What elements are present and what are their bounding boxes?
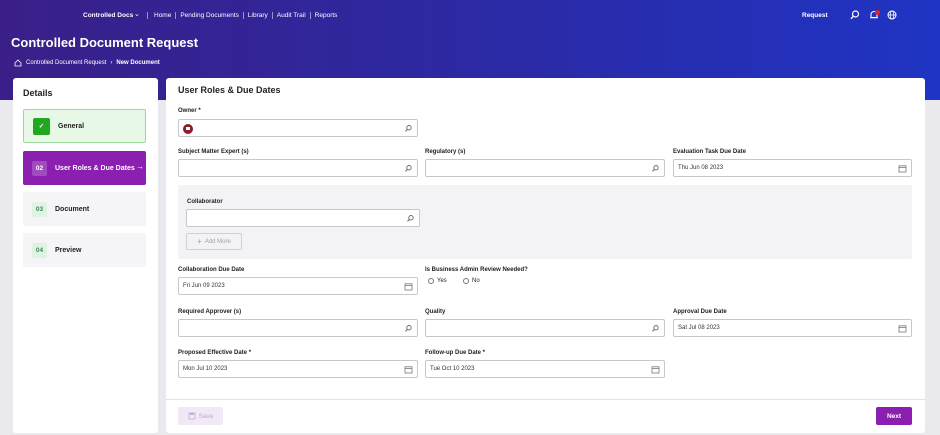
nav-audit-trail[interactable]: Audit Trail <box>271 12 310 19</box>
breadcrumb-item[interactable]: Controlled Document Request <box>26 60 106 66</box>
globe-icon[interactable] <box>886 9 898 21</box>
collab-due-label: Collaboration Due Date <box>178 267 245 273</box>
nav-reports[interactable]: Reports <box>309 12 342 19</box>
approval-due-label: Approval Due Date <box>673 309 727 315</box>
chevron-down-icon[interactable]: ⌄ <box>134 10 140 18</box>
steps-sidebar: Details ✓ General 02 User Roles & Due Da… <box>13 78 158 433</box>
owner-field[interactable] <box>178 119 418 137</box>
request-link[interactable]: Request <box>802 12 828 19</box>
search-icon[interactable] <box>651 164 660 173</box>
step-label: Document <box>55 205 90 213</box>
collaborator-label: Collaborator <box>187 199 223 205</box>
step-preview[interactable]: 04 Preview <box>23 233 146 267</box>
nav-home[interactable]: Home <box>147 12 175 19</box>
notification-dot <box>875 10 880 15</box>
radio-no[interactable]: No <box>463 278 480 284</box>
quality-field[interactable] <box>425 319 665 337</box>
search-icon[interactable] <box>651 324 660 333</box>
eval-due-label: Evaluation Task Due Date <box>673 149 746 155</box>
calendar-icon[interactable] <box>651 365 660 374</box>
step-label: Preview <box>55 246 82 254</box>
sme-label: Subject Matter Expert (s) <box>178 149 249 155</box>
collaborator-field[interactable] <box>186 209 420 227</box>
regulatory-field[interactable] <box>425 159 665 177</box>
arrow-right-icon: → <box>136 162 144 171</box>
radio-circle[interactable] <box>463 278 469 284</box>
sidebar-title: Details <box>23 88 53 98</box>
search-icon[interactable] <box>404 124 413 133</box>
radio-yes[interactable]: Yes <box>428 278 447 284</box>
breadcrumb-separator: › <box>110 60 113 66</box>
search-icon[interactable] <box>849 9 861 21</box>
collab-due-date-field[interactable]: Fri Jun 09 2023 <box>178 277 418 295</box>
followup-due-label: Follow-up Due Date * <box>425 350 485 356</box>
save-button[interactable]: Save <box>178 407 223 425</box>
radio-circle[interactable] <box>428 278 434 284</box>
calendar-icon[interactable] <box>898 324 907 333</box>
approval-due-date-field[interactable]: Sat Jul 08 2023 <box>673 319 912 337</box>
quality-label: Quality <box>425 309 446 315</box>
page-title: Controlled Document Request <box>11 35 199 50</box>
collaborator-section: Collaborator + Add More <box>178 185 912 259</box>
home-icon[interactable] <box>14 59 22 67</box>
proposed-effective-date-field[interactable]: Mon Jul 10 2023 <box>178 360 418 378</box>
calendar-icon[interactable] <box>404 282 413 291</box>
form-panel: User Roles & Due Dates Owner * Subject M… <box>166 78 925 433</box>
save-icon <box>188 412 195 420</box>
breadcrumb: Controlled Document Request › New Docume… <box>14 59 160 67</box>
search-icon[interactable] <box>406 214 415 223</box>
add-more-button[interactable]: + Add More <box>186 233 242 250</box>
owner-label: Owner * <box>178 108 201 114</box>
search-icon[interactable] <box>404 324 413 333</box>
breadcrumb-current: New Document <box>116 60 160 66</box>
app-brand[interactable]: Controlled Docs <box>83 12 133 19</box>
calendar-icon[interactable] <box>898 164 907 173</box>
eval-due-date-field[interactable]: Thu Jun 08 2023 <box>673 159 912 177</box>
top-navigation-bar: Controlled Docs ⌄ Home Pending Documents… <box>0 0 940 30</box>
nav-library[interactable]: Library <box>242 12 272 19</box>
required-approver-label: Required Approver (s) <box>178 309 242 315</box>
search-icon[interactable] <box>404 164 413 173</box>
step-label: User Roles & Due Dates <box>55 164 135 172</box>
footer-divider <box>166 399 925 400</box>
step-number: 03 <box>32 201 47 217</box>
step-general[interactable]: ✓ General <box>23 109 146 143</box>
required-approver-field[interactable] <box>178 319 418 337</box>
step-label: General <box>58 122 85 130</box>
step-document[interactable]: 03 Document <box>23 192 146 226</box>
sme-field[interactable] <box>178 159 418 177</box>
regulatory-label: Regulatory (s) <box>425 149 466 155</box>
step-user-roles[interactable]: 02 User Roles & Due Dates → <box>23 151 146 185</box>
plus-icon: + <box>197 237 202 246</box>
check-icon: ✓ <box>33 117 50 135</box>
next-button[interactable]: Next <box>876 407 912 425</box>
calendar-icon[interactable] <box>404 365 413 374</box>
business-admin-label: Is Business Admin Review Needed? <box>425 267 528 273</box>
nav-pending-documents[interactable]: Pending Documents <box>175 12 243 19</box>
followup-due-date-field[interactable]: Tue Oct 10 2023 <box>425 360 665 378</box>
top-nav: Home Pending Documents Library Audit Tra… <box>147 12 341 19</box>
section-title: User Roles & Due Dates <box>178 85 281 95</box>
step-number: 04 <box>32 242 47 258</box>
step-number: 02 <box>32 160 47 176</box>
avatar <box>183 124 193 134</box>
proposed-effective-label: Proposed Effective Date * <box>178 350 252 356</box>
